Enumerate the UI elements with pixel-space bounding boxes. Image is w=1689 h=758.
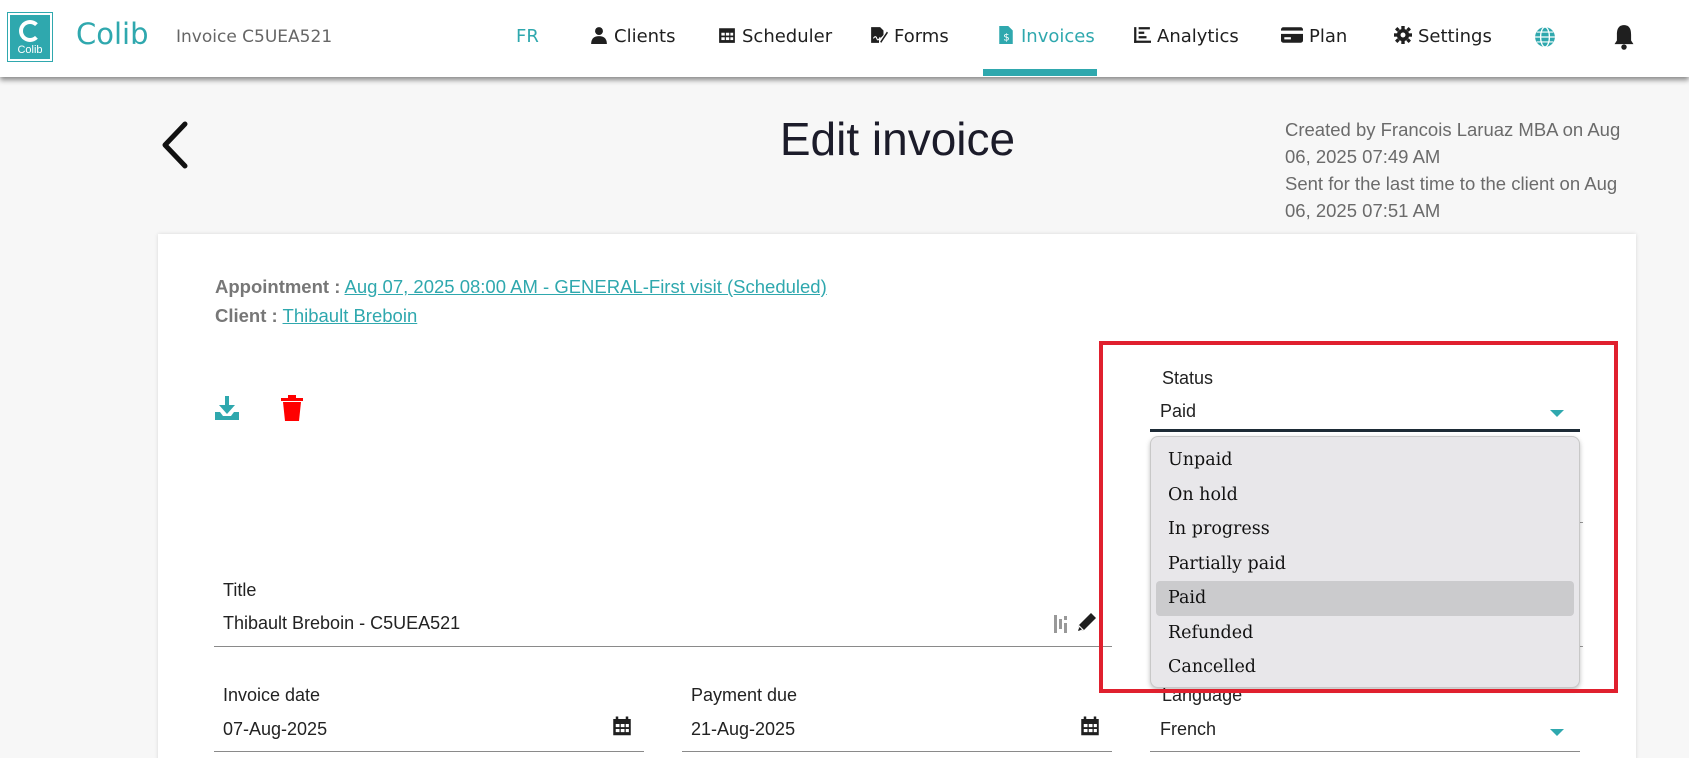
bell-icon[interactable] bbox=[1612, 24, 1636, 50]
created-info: Created by Francois Laruaz MBA on Aug 06… bbox=[1285, 119, 1621, 167]
nav-label: Clients bbox=[614, 26, 676, 47]
language-label: Language bbox=[1162, 685, 1243, 705]
top-navbar: Colib Colib Invoice C5UEA521 FR Clients … bbox=[0, 0, 1689, 77]
status-option-partially-paid[interactable]: Partially paid bbox=[1156, 547, 1574, 582]
status-select[interactable]: Paid bbox=[1160, 401, 1196, 422]
nav-invoices[interactable]: $ Invoices bbox=[997, 26, 1095, 47]
payment-due-input[interactable]: 21-Aug-2025 bbox=[691, 719, 795, 740]
nav-analytics[interactable]: Analytics bbox=[1133, 26, 1239, 47]
nav-label: Forms bbox=[894, 26, 949, 47]
status-option-on-hold[interactable]: On hold bbox=[1156, 478, 1574, 513]
nav-label: Plan bbox=[1309, 26, 1348, 47]
payment-due-underline bbox=[682, 751, 1112, 752]
invoice-reference: Invoice C5UEA521 bbox=[176, 27, 333, 47]
status-option-in-progress[interactable]: In progress bbox=[1156, 512, 1574, 547]
back-chevron-icon[interactable] bbox=[158, 120, 192, 170]
nav-settings[interactable]: Settings bbox=[1394, 26, 1492, 47]
nav-scheduler[interactable]: Scheduler bbox=[718, 26, 832, 47]
logo-c-mark bbox=[19, 20, 41, 42]
pencil-icon[interactable] bbox=[1076, 611, 1098, 633]
client-line: Client : Thibault Breboin bbox=[215, 305, 417, 327]
trash-icon[interactable] bbox=[279, 394, 305, 422]
language-caret-icon[interactable] bbox=[1550, 729, 1564, 736]
language-underline bbox=[1150, 751, 1580, 752]
calendar-icon bbox=[719, 28, 735, 43]
nav-clients[interactable]: Clients bbox=[590, 26, 676, 47]
title-underline bbox=[214, 646, 1112, 647]
client-link[interactable]: Thibault Breboin bbox=[283, 305, 418, 326]
payment-due-label: Payment due bbox=[691, 685, 798, 705]
gear-icon bbox=[1394, 26, 1412, 44]
brand-name[interactable]: Colib bbox=[76, 17, 149, 51]
calendar-icon[interactable] bbox=[1080, 716, 1100, 737]
download-icon[interactable] bbox=[214, 394, 240, 422]
hidden-field-edge bbox=[1580, 522, 1583, 523]
language-select[interactable]: French bbox=[1160, 719, 1216, 740]
nav-label: Scheduler bbox=[742, 26, 833, 47]
active-tab-indicator bbox=[983, 69, 1097, 76]
appointment-label: Appointment : bbox=[215, 276, 341, 297]
status-dropdown[interactable]: Unpaid On hold In progress Partially pai… bbox=[1150, 436, 1580, 688]
chart-icon bbox=[1134, 27, 1151, 43]
invoice-icon: $ bbox=[999, 26, 1013, 44]
status-option-unpaid[interactable]: Unpaid bbox=[1156, 443, 1574, 478]
appointment-link[interactable]: Aug 07, 2025 08:00 AM - GENERAL-First vi… bbox=[345, 276, 827, 297]
hidden-field-edge bbox=[1580, 646, 1583, 647]
status-underline bbox=[1150, 429, 1580, 432]
nav-label: Invoices bbox=[1021, 26, 1095, 47]
signature-icon bbox=[871, 27, 888, 43]
logo-text: Colib bbox=[17, 44, 43, 56]
title-label: Title bbox=[223, 580, 257, 600]
invoice-date-input[interactable]: 07-Aug-2025 bbox=[223, 719, 327, 740]
svg-text:$: $ bbox=[1003, 33, 1009, 44]
sent-info: Sent for the last time to the client on … bbox=[1285, 173, 1618, 221]
invoice-date-underline bbox=[214, 751, 644, 752]
status-option-cancelled[interactable]: Cancelled bbox=[1156, 650, 1574, 685]
variables-icon[interactable] bbox=[1053, 614, 1071, 634]
invoice-date-label: Invoice date bbox=[223, 685, 321, 705]
status-option-paid[interactable]: Paid bbox=[1156, 581, 1574, 616]
client-label: Client : bbox=[215, 305, 278, 326]
invoice-meta: Created by Francois Laruaz MBA on Aug 06… bbox=[1285, 116, 1645, 224]
colib-logo[interactable]: Colib bbox=[7, 12, 53, 62]
credit-card-icon bbox=[1281, 27, 1303, 43]
language-toggle[interactable]: FR bbox=[516, 26, 539, 47]
calendar-icon[interactable] bbox=[612, 716, 632, 737]
title-input[interactable]: Thibault Breboin - C5UEA521 bbox=[223, 613, 460, 634]
status-label: Status bbox=[1162, 368, 1214, 388]
nav-label: Analytics bbox=[1157, 26, 1239, 47]
globe-icon[interactable] bbox=[1534, 26, 1556, 48]
appointment-line: Appointment : Aug 07, 2025 08:00 AM - GE… bbox=[215, 276, 827, 298]
nav-label: Settings bbox=[1418, 26, 1492, 47]
nav-forms[interactable]: Forms bbox=[870, 26, 949, 47]
status-option-refunded[interactable]: Refunded bbox=[1156, 616, 1574, 651]
nav-plan[interactable]: Plan bbox=[1281, 26, 1347, 47]
status-caret-icon[interactable] bbox=[1550, 410, 1564, 417]
user-icon bbox=[591, 27, 607, 44]
